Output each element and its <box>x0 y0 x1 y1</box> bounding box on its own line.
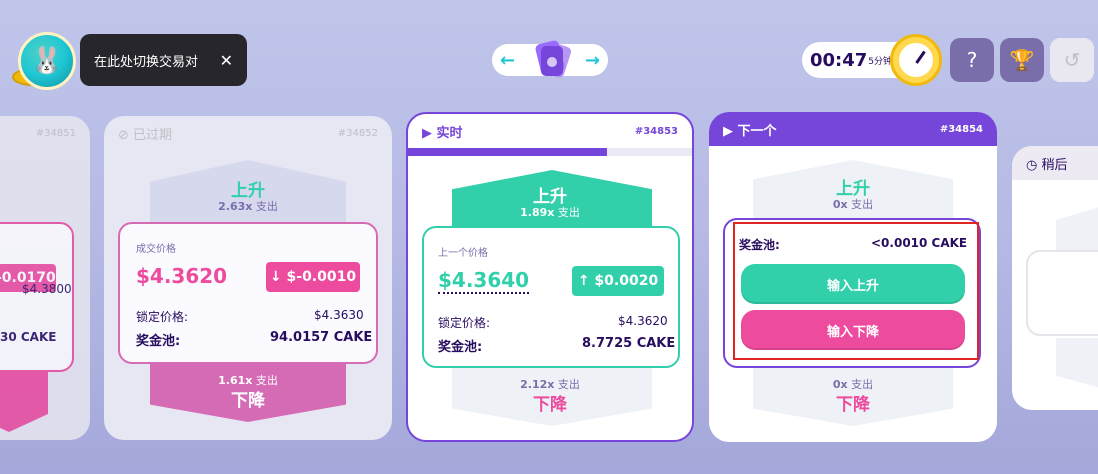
arrow-right-icon[interactable]: → <box>585 50 600 71</box>
round-id: #34853 <box>634 125 678 137</box>
round-card-previous: #34851 $-0.0170 $4.3800 30 CAKE <box>0 116 90 440</box>
status-live: ▶ 实时 <box>422 125 463 141</box>
enter-up-button[interactable]: 输入上升 <box>741 264 965 304</box>
clock-icon <box>890 34 942 86</box>
prize-pool-label: 奖金池: <box>739 238 780 252</box>
prize-pool-value: 94.0157 CAKE <box>270 330 373 345</box>
price-diff-badge: ↑ $0.0020 <box>572 266 664 296</box>
prize-pool: 30 CAKE <box>0 330 57 344</box>
up-payout: 2.63x <box>218 200 253 213</box>
prize-pool-label: 奖金池: <box>438 340 483 355</box>
round-id: #34852 <box>337 127 378 139</box>
tooltip-text: 在此处切换交易对 <box>94 54 199 70</box>
last-price-label: 成交价格 <box>136 244 176 255</box>
payout-label: 支出 <box>255 200 278 213</box>
arrow-left-icon[interactable]: ← <box>500 50 515 71</box>
cake-token-icon[interactable]: 🐰 <box>18 32 76 90</box>
round-id: #34854 <box>939 123 983 135</box>
prize-pool-label: 奖金池: <box>136 334 181 349</box>
down-label: 下降 <box>836 395 870 415</box>
round-card-later: ◷ 稍后 <box>1012 146 1098 410</box>
history-icon: ↺ <box>1063 48 1081 72</box>
history-button[interactable]: ↺ <box>1050 38 1094 82</box>
last-price-label: 上一个价格 <box>438 248 488 259</box>
status-later: ◷ 稍后 <box>1026 157 1068 173</box>
prize-pool-value: 8.7725 CAKE <box>582 336 676 351</box>
up-payout: 0x <box>832 198 848 211</box>
payout-label: 支出 <box>557 206 580 219</box>
current-price[interactable]: $4.3640 <box>438 268 530 294</box>
close-icon[interactable]: ✕ <box>220 51 233 70</box>
round-card-next: ▶ 下一个 #34854 上升 0x 支出 奖金池: <0.0010 CAKE … <box>709 112 997 442</box>
cards-icon[interactable] <box>524 38 576 82</box>
round-progress-bar <box>408 148 692 156</box>
enter-down-button[interactable]: 输入下降 <box>741 310 965 350</box>
round-card-live: ▶ 实时 #34853 上升 1.89x 支出 上一个价格 $4.3640 ↑ … <box>406 112 694 442</box>
locked-price-label: 锁定价格: <box>136 310 189 324</box>
status-expired: ⊘ 已过期 <box>118 127 173 143</box>
closed-price: $4.3620 <box>136 264 228 288</box>
down-label: 下降 <box>231 391 265 411</box>
locked-price: $4.3800 <box>22 282 72 296</box>
help-icon: ? <box>966 48 978 72</box>
locked-price-value: $4.3630 <box>314 308 364 322</box>
trophy-icon: 🏆 <box>1009 48 1035 72</box>
locked-price-label: 锁定价格: <box>438 316 491 330</box>
payout-label: 支出 <box>851 198 874 211</box>
round-id: #34851 <box>35 127 76 139</box>
timer-unit: 5分钟 <box>868 56 893 67</box>
price-diff-badge: ↓ $-0.0010 <box>266 262 360 292</box>
down-label: 下降 <box>533 395 567 415</box>
timer-value: 00:47 <box>810 49 868 71</box>
locked-price-value: $4.3620 <box>618 314 668 328</box>
up-payout: 1.89x <box>520 206 555 219</box>
round-progress-fill <box>408 148 607 156</box>
prize-pool-value: <0.0010 CAKE <box>871 236 968 250</box>
round-card-expired: ⊘ 已过期 #34852 上升 2.63x 支出 成交价格 $4.3620 ↓ … <box>104 116 392 440</box>
leaderboard-button[interactable]: 🏆 <box>1000 38 1044 82</box>
pair-switch-tooltip: 在此处切换交易对 ✕ <box>80 34 247 86</box>
help-button[interactable]: ? <box>950 38 994 82</box>
status-next: ▶ 下一个 <box>723 123 777 139</box>
